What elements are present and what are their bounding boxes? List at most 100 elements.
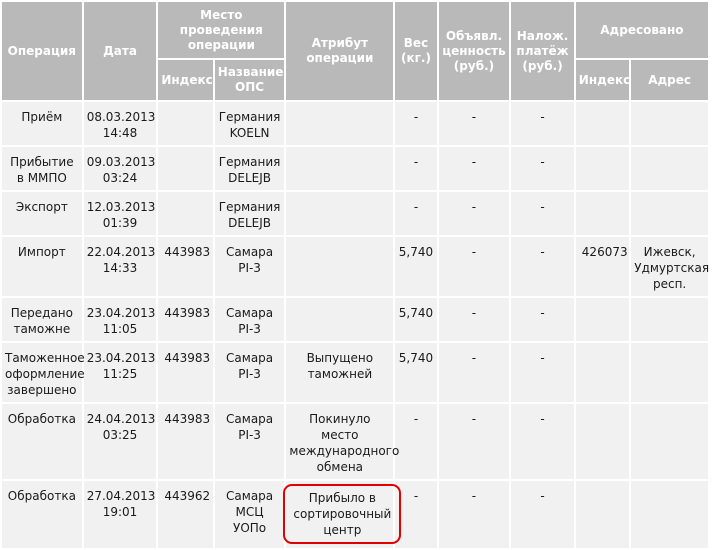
cell-cod: - <box>511 237 574 296</box>
cell-address <box>631 147 708 190</box>
cell-operation: Передано таможне <box>2 298 82 341</box>
cell-cod: - <box>511 298 574 341</box>
cell-attribute: Выпущено таможней <box>286 343 394 402</box>
cell-date: 23.04.2013 11:25 <box>83 343 157 402</box>
cell-attribute <box>286 192 394 235</box>
cell-value: - <box>438 147 510 190</box>
cell-addr-index <box>575 192 630 235</box>
cell-cod: - <box>511 147 574 190</box>
table-row: Таможенное оформление завершено 23.04.20… <box>2 343 708 402</box>
cell-ops: Самара МСЦ УОПо <box>214 481 285 548</box>
cell-date: 22.04.2013 14:33 <box>83 237 157 296</box>
cell-cod: - <box>511 192 574 235</box>
header-place-index: Индекс <box>158 60 213 100</box>
cell-value: - <box>438 192 510 235</box>
cell-index: 443983 <box>158 298 213 341</box>
table-row: Прибытие в ММПО 09.03.2013 03:24 Германи… <box>2 147 708 190</box>
cell-operation: Прибытие в ММПО <box>2 147 82 190</box>
cell-cod: - <box>511 481 574 548</box>
cell-operation: Таможенное оформление завершено <box>2 343 85 402</box>
cell-attribute <box>286 147 394 190</box>
cell-addr-index <box>575 147 630 190</box>
cell-value: - <box>438 298 510 341</box>
cell-value: - <box>438 102 510 145</box>
cell-date: 23.04.2013 11:05 <box>83 298 157 341</box>
cell-address <box>631 404 708 479</box>
cell-index <box>158 192 213 235</box>
cell-attribute <box>286 298 394 341</box>
cell-addr-index <box>575 343 630 402</box>
header-place-name: Название ОПС <box>214 60 285 100</box>
cell-weight: 5,740 <box>395 237 437 296</box>
cell-cod: - <box>511 404 574 479</box>
table-row: Передано таможне 23.04.2013 11:05 443983… <box>2 298 708 341</box>
cell-date: 09.03.2013 03:24 <box>83 147 157 190</box>
cell-value: - <box>438 237 510 296</box>
cell-attribute <box>286 237 394 296</box>
cell-date: 24.04.2013 03:25 <box>83 404 157 479</box>
highlight-annotation: Прибыло в сортировочный центр <box>283 484 402 544</box>
cell-index <box>158 102 213 145</box>
tracking-table: Операция Дата Место проведения операции … <box>0 0 710 550</box>
cell-addr-index <box>575 404 630 479</box>
cell-date: 08.03.2013 14:48 <box>83 102 157 145</box>
cell-cod: - <box>511 102 574 145</box>
cell-ops: Самара PI-3 <box>214 237 285 296</box>
cell-operation: Импорт <box>2 237 82 296</box>
cell-value: - <box>438 404 510 479</box>
cell-weight: - <box>395 481 437 548</box>
cell-addr-index <box>575 298 630 341</box>
cell-address <box>631 481 708 548</box>
cell-address: Ижевск, Удмуртская респ. <box>631 237 709 296</box>
table-row: Импорт 22.04.2013 14:33 443983 Самара PI… <box>2 237 709 296</box>
header-weight: Вес (кг.) <box>395 2 437 100</box>
cell-weight: - <box>395 147 437 190</box>
table-row: Обработка 27.04.2013 19:01 443962 Самара… <box>2 481 708 548</box>
cell-date: 12.03.2013 01:39 <box>83 192 157 235</box>
header-operation: Операция <box>2 2 82 100</box>
cell-weight: 5,740 <box>395 298 437 341</box>
cell-operation: Обработка <box>2 481 82 548</box>
cell-value: - <box>438 481 510 548</box>
table-row: Обработка 24.04.2013 03:25 443983 Самара… <box>2 404 708 479</box>
cell-ops: Самара PI-3 <box>214 343 285 402</box>
header-declared-value: Объявл. ценность (руб.) <box>438 2 510 100</box>
header-attribute: Атрибут операции <box>286 2 394 100</box>
cell-date: 27.04.2013 19:01 <box>83 481 157 548</box>
cell-operation: Экспорт <box>2 192 82 235</box>
table-row: Экспорт 12.03.2013 01:39 Германия DELEJB… <box>2 192 708 235</box>
cell-weight: - <box>395 404 437 479</box>
header-addr-address: Адрес <box>631 60 708 100</box>
cell-index: 443962 <box>158 481 213 548</box>
cell-addr-index <box>575 481 630 548</box>
cell-ops: Самара PI-3 <box>214 404 285 479</box>
header-place: Место проведения операции <box>158 2 285 58</box>
header-date: Дата <box>83 2 157 100</box>
cell-address <box>631 343 708 402</box>
cell-attribute: Покинуло место международного обмена <box>286 404 399 479</box>
header-addr-index: Индекс <box>575 60 630 100</box>
cell-index: 443983 <box>158 237 213 296</box>
cell-attribute: Прибыло в сортировочный центр <box>283 481 402 548</box>
header-addressed: Адресовано <box>575 2 708 58</box>
cell-address <box>631 102 708 145</box>
cell-attribute <box>286 102 394 145</box>
cell-ops: Германия DELEJB <box>214 147 285 190</box>
cell-index: 443983 <box>158 343 213 402</box>
cell-index <box>158 147 213 190</box>
cell-ops: Самара PI-3 <box>214 298 285 341</box>
cell-value: - <box>438 343 510 402</box>
cell-operation: Приём <box>2 102 82 145</box>
cell-cod: - <box>511 343 574 402</box>
header-cod: Налож. платёж (руб.) <box>511 2 574 100</box>
cell-ops: Германия KOELN <box>214 102 285 145</box>
cell-weight: 5,740 <box>395 343 437 402</box>
cell-ops: Германия DELEJB <box>214 192 285 235</box>
cell-weight: - <box>395 102 437 145</box>
cell-index: 443983 <box>158 404 213 479</box>
cell-address <box>631 192 708 235</box>
cell-operation: Обработка <box>2 404 82 479</box>
cell-addr-index <box>575 102 630 145</box>
cell-addr-index: 426073 <box>575 237 630 296</box>
cell-address <box>631 298 708 341</box>
